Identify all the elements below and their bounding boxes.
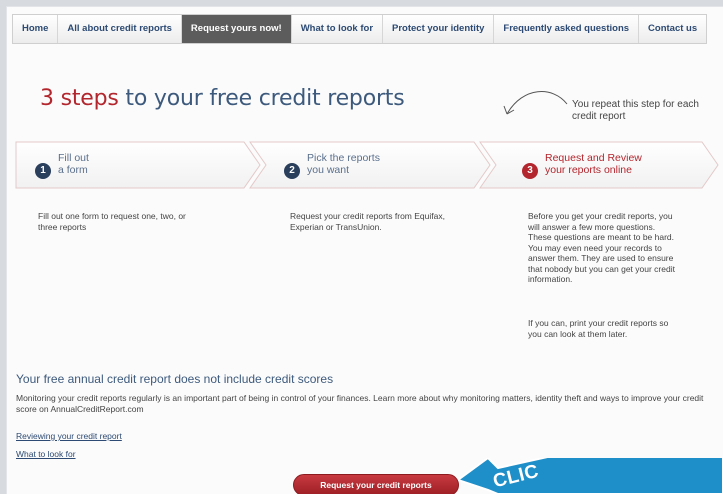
page-title: 3 steps to your free credit reports <box>40 86 405 111</box>
step-1-description: Fill out one form to request one, two, o… <box>38 211 186 232</box>
link-what-to-look-for[interactable]: What to look for <box>16 449 76 459</box>
step-1-number: 1 <box>35 163 51 179</box>
step-3-number: 3 <box>522 163 538 179</box>
step-1-arrow <box>15 141 261 189</box>
nav-home[interactable]: Home <box>13 15 59 43</box>
step-3-label-line2: your reports online <box>545 164 632 176</box>
step-3-label-line1: Request and Review <box>545 152 642 164</box>
nav-all-about-credit-reports[interactable]: All about credit reports <box>58 15 182 43</box>
page-title-rest: to your free credit reports <box>118 86 405 111</box>
main-nav: Home All about credit reports Request yo… <box>12 14 708 44</box>
link-reviewing-credit-report[interactable]: Reviewing your credit report <box>16 431 122 441</box>
step-3-description: Before you get your credit reports, you … <box>528 211 675 284</box>
step-3-description-2: If you can, print your credit reports so… <box>528 318 669 339</box>
step-2-label-line1: Pick the reports <box>307 152 380 164</box>
step-1-label-line1: Fill out <box>58 152 89 164</box>
nav-contact-us[interactable]: Contact us <box>639 15 707 43</box>
step-2-number: 2 <box>284 163 300 179</box>
repeat-note: You repeat this step for each credit rep… <box>572 99 699 122</box>
step-1-label: Fill out a form <box>58 152 89 176</box>
nav-protect-your-identity[interactable]: Protect your identity <box>383 15 495 43</box>
step-1-label-line2: a form <box>58 164 88 176</box>
page-title-accent: 3 steps <box>40 86 119 111</box>
credit-scores-heading: Your free annual credit report does not … <box>16 372 334 386</box>
curved-arrow-icon <box>503 91 568 115</box>
nav-faq[interactable]: Frequently asked questions <box>494 15 640 43</box>
step-2-description: Request your credit reports from Equifax… <box>290 211 445 232</box>
step-2-label: Pick the reports you want <box>307 152 380 176</box>
step-3-label: Request and Review your reports online <box>545 152 642 176</box>
request-credit-reports-button[interactable]: Request your credit reports <box>293 474 459 494</box>
credit-scores-body: Monitoring your credit reports regularly… <box>16 393 704 414</box>
step-2-label-line2: you want <box>307 164 350 176</box>
nav-request-yours-now[interactable]: Request yours now! <box>181 15 292 43</box>
nav-what-to-look-for[interactable]: What to look for <box>291 15 384 43</box>
